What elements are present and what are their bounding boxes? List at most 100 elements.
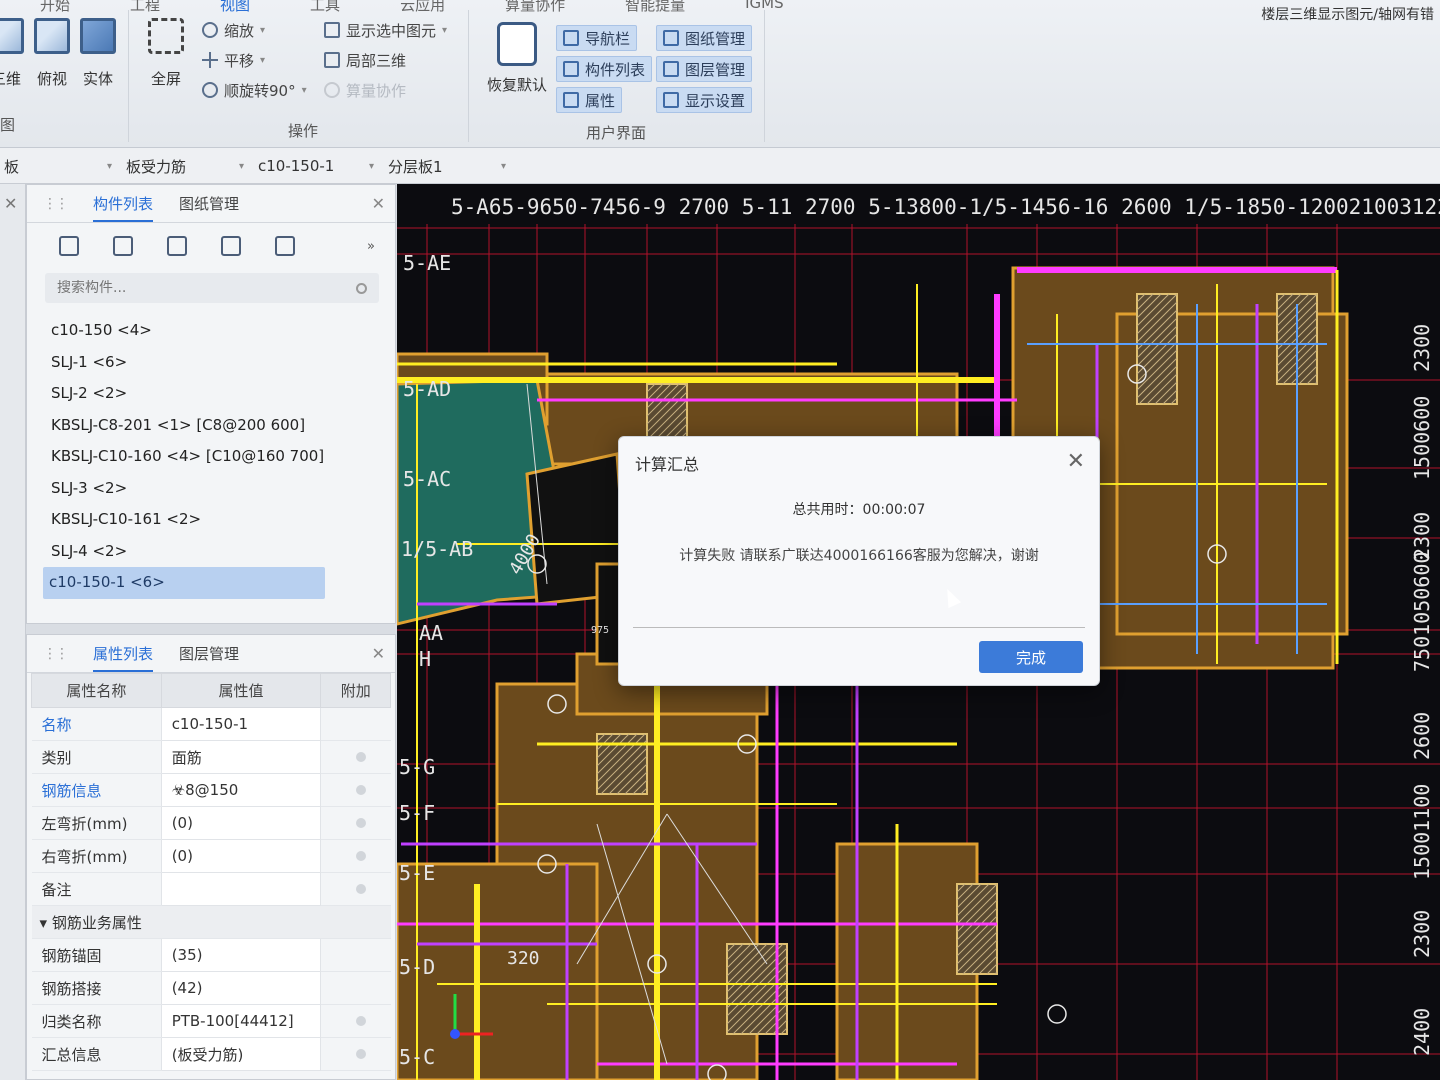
rotate-button[interactable]: 顺旋转90° ▾ [202, 80, 307, 100]
subtype-select[interactable]: 板受力筋 ▾ [122, 154, 248, 178]
close-icon[interactable]: ✕ [372, 644, 385, 663]
ops-group-label: 操作 [288, 122, 319, 140]
new-component-icon[interactable] [59, 236, 79, 256]
tab-drawing-mgmt[interactable]: 图纸管理 [179, 193, 239, 214]
prop-extra[interactable] [320, 839, 391, 873]
tab-project[interactable]: 工程 [130, 0, 160, 15]
list-item[interactable]: SLJ-4 <2> [27, 536, 395, 568]
prop-value[interactable]: (0) [160, 806, 322, 840]
list-item[interactable]: KBSLJ-C10-161 <2> [27, 504, 395, 536]
component-list: c10-150 <4> SLJ-1 <6> SLJ-2 <2> KBSLJ-C8… [27, 315, 395, 599]
properties-button[interactable]: 属性 [556, 87, 623, 113]
property-group-row[interactable]: ▾ 钢筋业务属性 [31, 905, 391, 939]
tab-property-list[interactable]: 属性列表 [93, 643, 154, 672]
chevron-down-icon: ▾ [260, 24, 266, 36]
element-type-select[interactable]: 板 ▾ [0, 154, 116, 178]
prop-value[interactable]: (42) [160, 971, 322, 1005]
local-3d-button[interactable]: 局部三维 [324, 50, 447, 70]
table-row: 钢筋搭接 (42) [31, 971, 391, 1005]
duplicate-floor-icon[interactable] [221, 236, 241, 256]
display-settings-button[interactable]: 显示设置 [656, 87, 753, 113]
ribbon-separator [468, 10, 469, 142]
ribbon-tabs: 开始 工程 视图 工具 云应用 算量协作 智能提量 IGMS [40, 0, 784, 15]
prop-value[interactable]: (0) [160, 839, 322, 873]
chevron-down-icon: ▾ [106, 160, 112, 172]
pan-button[interactable]: 平移 ▾ [202, 50, 307, 70]
rotate-icon [202, 82, 218, 98]
list-item[interactable]: KBSLJ-C10-160 <4> [C10@160 700] [27, 441, 395, 473]
table-row: 左弯折(mm) (0) [31, 806, 391, 840]
prop-value[interactable]: 面筋 [160, 740, 322, 774]
zoom-label: 缩放 [224, 21, 255, 40]
filter-icon[interactable] [275, 236, 295, 256]
prop-name: 备注 [31, 872, 162, 906]
solid-view-button[interactable]: 实体 [72, 14, 124, 89]
error-message: 计算失败 请联系广联达4000166166客服为您解决，谢谢 [679, 548, 1039, 564]
component-list-button[interactable]: 构件列表 [556, 56, 653, 82]
pan-label: 平移 [224, 51, 255, 70]
table-row: 右弯折(mm) (0) [31, 839, 391, 873]
close-icon[interactable]: ✕ [372, 194, 385, 213]
prop-value[interactable]: ☣8@150 [160, 773, 322, 807]
tab-collab[interactable]: 算量协作 [505, 0, 565, 15]
drag-handle-icon[interactable]: ⋮⋮ [43, 646, 69, 662]
list-item[interactable]: KBSLJ-C8-201 <1> [C8@200 600] [27, 410, 395, 442]
prop-value[interactable]: PTB-100[44412] [160, 1004, 322, 1038]
axis-label: AA [419, 621, 443, 645]
list-item[interactable]: c10-150 <4> [27, 315, 395, 347]
tab-cloud[interactable]: 云应用 [400, 0, 445, 15]
restore-default-button[interactable]: 恢复默认 [482, 22, 552, 95]
prop-value[interactable] [160, 872, 322, 906]
prop-value[interactable]: (35) [160, 938, 322, 972]
close-icon[interactable]: ✕ [4, 194, 17, 213]
prop-name: 右弯折(mm) [31, 839, 162, 873]
local-3d-icon [324, 52, 340, 68]
close-icon[interactable]: ✕ [1067, 449, 1085, 474]
list-icon [563, 61, 579, 77]
list-item[interactable]: SLJ-2 <2> [27, 378, 395, 410]
show-selected-button[interactable]: 显示选中图元 ▾ [324, 20, 447, 40]
prop-extra[interactable] [320, 1004, 391, 1038]
tab-layer-mgmt[interactable]: 图层管理 [179, 643, 239, 664]
layer-mgmt-button[interactable]: 图层管理 [656, 56, 753, 82]
left-dock-edge: ✕ [0, 184, 26, 1080]
prop-extra[interactable] [320, 773, 391, 807]
dim-label: 15001100 [1410, 784, 1434, 880]
navbar-button[interactable]: 导航栏 [556, 25, 638, 51]
copy-icon[interactable] [113, 236, 133, 256]
component-list-panel: ⋮⋮ 构件列表 图纸管理 ✕ » c10-150 <4> SLJ-1 <6> S… [26, 184, 396, 624]
tab-component-list[interactable]: 构件列表 [93, 193, 154, 222]
fullscreen-button[interactable]: 全屏 [140, 14, 192, 89]
tab-smart[interactable]: 智能提量 [625, 0, 685, 15]
tab-view[interactable]: 视图 [220, 0, 250, 15]
list-item[interactable]: SLJ-3 <2> [27, 473, 395, 505]
drawing-mgmt-button[interactable]: 图纸管理 [656, 25, 753, 51]
prop-extra[interactable] [320, 872, 391, 906]
checkbox-icon [355, 785, 366, 795]
top-view-button[interactable]: 俯视 [26, 14, 78, 89]
prop-extra[interactable] [320, 740, 391, 774]
pan-icon [202, 52, 218, 68]
list-item[interactable]: c10-150-1 <6> [43, 567, 325, 599]
list-item[interactable]: SLJ-1 <6> [27, 347, 395, 379]
layer-select[interactable]: 分层板1 ▾ [384, 154, 510, 178]
search-icon[interactable] [356, 282, 367, 294]
more-icon[interactable]: » [367, 239, 375, 254]
drag-handle-icon[interactable]: ⋮⋮ [43, 196, 69, 212]
prop-value[interactable]: (板受力筋) [160, 1037, 322, 1071]
prop-extra[interactable] [320, 806, 391, 840]
delete-icon[interactable] [167, 236, 187, 256]
zoom-button[interactable]: 缩放 ▾ [202, 20, 307, 40]
ops-col-2: 显示选中图元 ▾ 局部三维 算量协作 [324, 20, 447, 100]
tab-tools[interactable]: 工具 [310, 0, 340, 15]
collab-button[interactable]: 算量协作 [324, 80, 447, 100]
done-button[interactable]: 完成 [979, 641, 1083, 673]
tab-start[interactable]: 开始 [40, 0, 70, 15]
prop-value[interactable]: c10-150-1 [160, 707, 322, 741]
search-input[interactable] [57, 280, 317, 296]
chevron-down-icon: ▾ [442, 24, 448, 36]
prop-extra[interactable] [320, 1037, 391, 1071]
top-label: 俯视 [36, 70, 67, 88]
component-select[interactable]: c10-150-1 ▾ [254, 154, 378, 178]
prop-name: 归类名称 [31, 1004, 162, 1038]
